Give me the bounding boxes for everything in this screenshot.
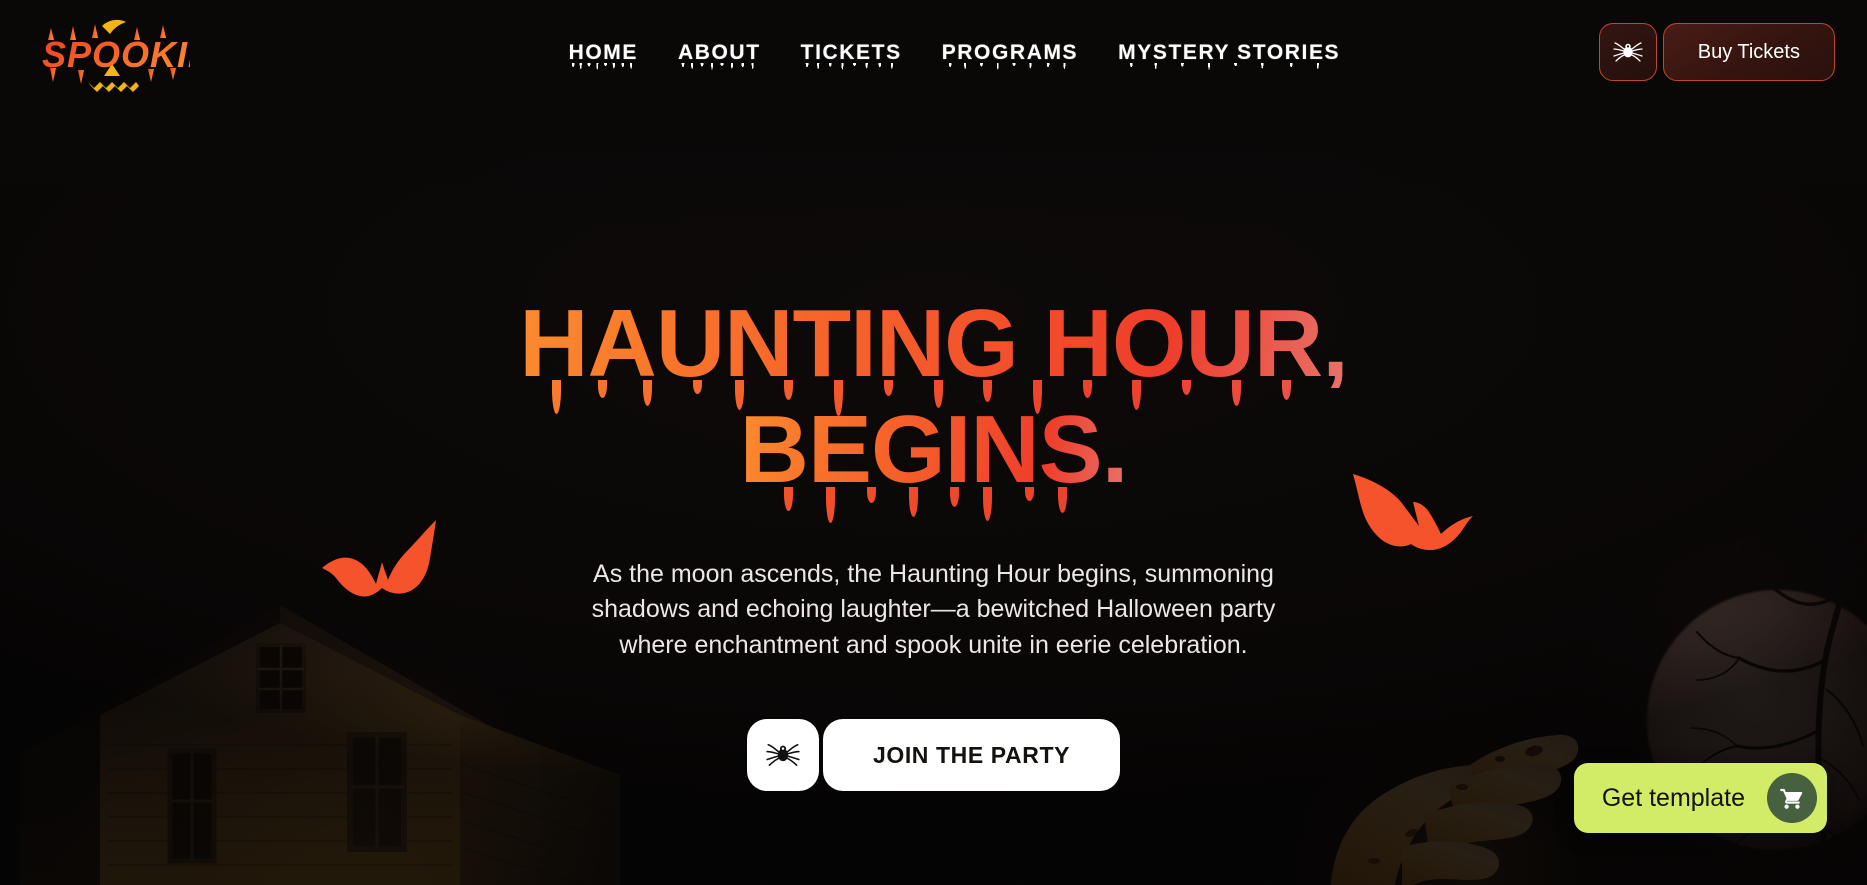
nav-item-programs[interactable]: PROGRAMS — [941, 42, 1079, 76]
buy-tickets-button[interactable]: Buy Tickets — [1662, 23, 1835, 81]
hero-cta-group: JOIN THE PARTY — [746, 719, 1121, 792]
buy-tickets-label: Buy Tickets — [1697, 40, 1800, 63]
nav-item-tickets[interactable]: TICKETS — [800, 42, 902, 76]
get-template-widget[interactable]: Get template — [1573, 763, 1827, 833]
page-title: HAUNTING HOUR, BEGINS. — [519, 295, 1349, 523]
join-the-party-label: JOIN THE PARTY — [872, 741, 1071, 768]
shopping-cart-icon — [1780, 788, 1803, 809]
spider-icon — [766, 744, 800, 767]
cta-spider-button[interactable] — [746, 719, 819, 792]
landing-page: SPOOKIE HOME ABOUT TICKETS PROGR — [0, 0, 1867, 885]
bat-left-icon — [322, 520, 436, 597]
join-the-party-button[interactable]: JOIN THE PARTY — [822, 719, 1121, 792]
hero-title-line-2: BEGINS. — [519, 402, 1348, 523]
main-navigation: HOME ABOUT TICKETS PROGRAMS MYSTERY STOR… — [310, 42, 1599, 76]
bat-right-icon — [1353, 474, 1473, 551]
logo[interactable]: SPOOKIE — [40, 12, 212, 92]
nav-item-about[interactable]: ABOUT — [677, 42, 761, 76]
header-spider-button[interactable] — [1598, 23, 1657, 81]
site-header: SPOOKIE HOME ABOUT TICKETS PROGR — [0, 0, 1867, 104]
logo-text: SPOOKIE — [42, 34, 190, 75]
hero-paragraph: As the moon ascends, the Haunting Hour b… — [591, 559, 1276, 659]
spider-icon — [1613, 42, 1643, 62]
cart-button[interactable] — [1767, 773, 1817, 823]
hero-title-line-1: HAUNTING HOUR, — [519, 295, 1349, 417]
hero-section: HAUNTING HOUR, BEGINS. As the moon ascen… — [0, 0, 1867, 792]
header-actions: Buy Tickets — [1598, 23, 1835, 81]
nav-item-mystery-stories[interactable]: MYSTERY STORIES — [1118, 42, 1341, 76]
get-template-label: Get template — [1601, 783, 1745, 812]
nav-item-home[interactable]: HOME — [568, 42, 639, 76]
